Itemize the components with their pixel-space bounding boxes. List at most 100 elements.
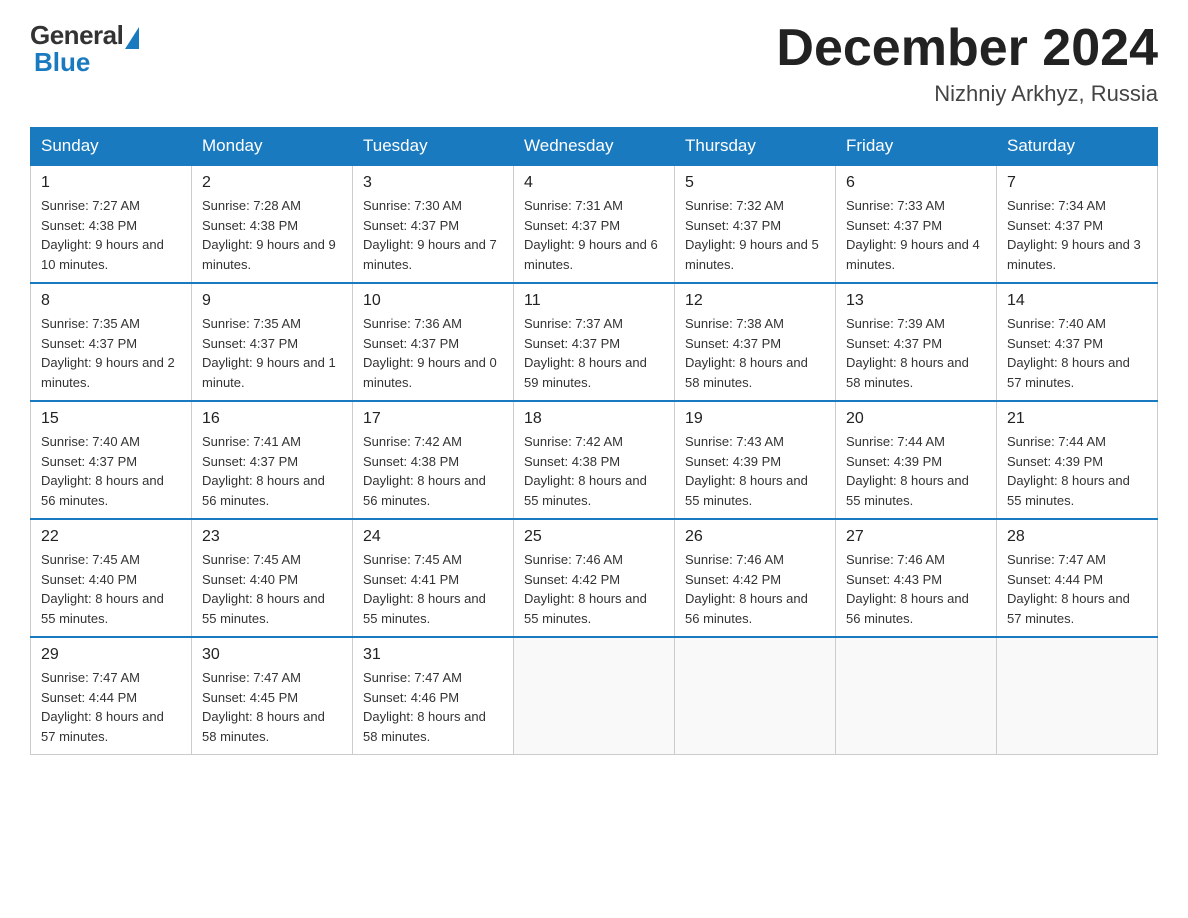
table-row: 3 Sunrise: 7:30 AM Sunset: 4:37 PM Dayli…	[353, 165, 514, 283]
location-text: Nizhniy Arkhyz, Russia	[776, 81, 1158, 107]
table-row: 17 Sunrise: 7:42 AM Sunset: 4:38 PM Dayl…	[353, 401, 514, 519]
day-info: Sunrise: 7:47 AM Sunset: 4:44 PM Dayligh…	[1007, 550, 1147, 628]
table-row: 11 Sunrise: 7:37 AM Sunset: 4:37 PM Dayl…	[514, 283, 675, 401]
table-row: 28 Sunrise: 7:47 AM Sunset: 4:44 PM Dayl…	[997, 519, 1158, 637]
calendar-week-row: 15 Sunrise: 7:40 AM Sunset: 4:37 PM Dayl…	[31, 401, 1158, 519]
table-row: 10 Sunrise: 7:36 AM Sunset: 4:37 PM Dayl…	[353, 283, 514, 401]
day-info: Sunrise: 7:47 AM Sunset: 4:44 PM Dayligh…	[41, 668, 181, 746]
header-thursday: Thursday	[675, 128, 836, 166]
table-row: 14 Sunrise: 7:40 AM Sunset: 4:37 PM Dayl…	[997, 283, 1158, 401]
logo-triangle-icon	[125, 27, 139, 49]
day-info: Sunrise: 7:40 AM Sunset: 4:37 PM Dayligh…	[41, 432, 181, 510]
month-title: December 2024	[776, 20, 1158, 77]
header-wednesday: Wednesday	[514, 128, 675, 166]
day-number: 12	[685, 292, 825, 310]
day-number: 8	[41, 292, 181, 310]
header-friday: Friday	[836, 128, 997, 166]
day-number: 5	[685, 174, 825, 192]
calendar-week-row: 29 Sunrise: 7:47 AM Sunset: 4:44 PM Dayl…	[31, 637, 1158, 755]
day-info: Sunrise: 7:27 AM Sunset: 4:38 PM Dayligh…	[41, 196, 181, 274]
calendar-week-row: 8 Sunrise: 7:35 AM Sunset: 4:37 PM Dayli…	[31, 283, 1158, 401]
logo-blue-text: Blue	[34, 47, 90, 78]
day-info: Sunrise: 7:36 AM Sunset: 4:37 PM Dayligh…	[363, 314, 503, 392]
table-row: 15 Sunrise: 7:40 AM Sunset: 4:37 PM Dayl…	[31, 401, 192, 519]
day-number: 29	[41, 646, 181, 664]
table-row: 1 Sunrise: 7:27 AM Sunset: 4:38 PM Dayli…	[31, 165, 192, 283]
page-header: General Blue December 2024 Nizhniy Arkhy…	[30, 20, 1158, 107]
table-row: 5 Sunrise: 7:32 AM Sunset: 4:37 PM Dayli…	[675, 165, 836, 283]
day-info: Sunrise: 7:44 AM Sunset: 4:39 PM Dayligh…	[1007, 432, 1147, 510]
day-info: Sunrise: 7:40 AM Sunset: 4:37 PM Dayligh…	[1007, 314, 1147, 392]
table-row: 21 Sunrise: 7:44 AM Sunset: 4:39 PM Dayl…	[997, 401, 1158, 519]
day-info: Sunrise: 7:37 AM Sunset: 4:37 PM Dayligh…	[524, 314, 664, 392]
day-number: 13	[846, 292, 986, 310]
header-monday: Monday	[192, 128, 353, 166]
table-row: 16 Sunrise: 7:41 AM Sunset: 4:37 PM Dayl…	[192, 401, 353, 519]
day-number: 7	[1007, 174, 1147, 192]
day-number: 24	[363, 528, 503, 546]
day-number: 25	[524, 528, 664, 546]
table-row: 22 Sunrise: 7:45 AM Sunset: 4:40 PM Dayl…	[31, 519, 192, 637]
day-info: Sunrise: 7:33 AM Sunset: 4:37 PM Dayligh…	[846, 196, 986, 274]
day-info: Sunrise: 7:45 AM Sunset: 4:40 PM Dayligh…	[202, 550, 342, 628]
day-info: Sunrise: 7:32 AM Sunset: 4:37 PM Dayligh…	[685, 196, 825, 274]
day-info: Sunrise: 7:46 AM Sunset: 4:42 PM Dayligh…	[685, 550, 825, 628]
day-number: 17	[363, 410, 503, 428]
day-info: Sunrise: 7:39 AM Sunset: 4:37 PM Dayligh…	[846, 314, 986, 392]
day-info: Sunrise: 7:41 AM Sunset: 4:37 PM Dayligh…	[202, 432, 342, 510]
day-info: Sunrise: 7:46 AM Sunset: 4:42 PM Dayligh…	[524, 550, 664, 628]
table-row: 6 Sunrise: 7:33 AM Sunset: 4:37 PM Dayli…	[836, 165, 997, 283]
table-row	[836, 637, 997, 755]
title-section: December 2024 Nizhniy Arkhyz, Russia	[776, 20, 1158, 107]
day-info: Sunrise: 7:42 AM Sunset: 4:38 PM Dayligh…	[363, 432, 503, 510]
day-number: 10	[363, 292, 503, 310]
day-number: 15	[41, 410, 181, 428]
day-info: Sunrise: 7:47 AM Sunset: 4:45 PM Dayligh…	[202, 668, 342, 746]
day-info: Sunrise: 7:35 AM Sunset: 4:37 PM Dayligh…	[41, 314, 181, 392]
table-row: 27 Sunrise: 7:46 AM Sunset: 4:43 PM Dayl…	[836, 519, 997, 637]
table-row: 20 Sunrise: 7:44 AM Sunset: 4:39 PM Dayl…	[836, 401, 997, 519]
table-row: 29 Sunrise: 7:47 AM Sunset: 4:44 PM Dayl…	[31, 637, 192, 755]
table-row	[514, 637, 675, 755]
day-number: 9	[202, 292, 342, 310]
day-number: 23	[202, 528, 342, 546]
table-row: 23 Sunrise: 7:45 AM Sunset: 4:40 PM Dayl…	[192, 519, 353, 637]
day-info: Sunrise: 7:35 AM Sunset: 4:37 PM Dayligh…	[202, 314, 342, 392]
table-row: 24 Sunrise: 7:45 AM Sunset: 4:41 PM Dayl…	[353, 519, 514, 637]
table-row: 2 Sunrise: 7:28 AM Sunset: 4:38 PM Dayli…	[192, 165, 353, 283]
day-info: Sunrise: 7:30 AM Sunset: 4:37 PM Dayligh…	[363, 196, 503, 274]
table-row: 12 Sunrise: 7:38 AM Sunset: 4:37 PM Dayl…	[675, 283, 836, 401]
calendar-week-row: 1 Sunrise: 7:27 AM Sunset: 4:38 PM Dayli…	[31, 165, 1158, 283]
day-number: 6	[846, 174, 986, 192]
table-row: 19 Sunrise: 7:43 AM Sunset: 4:39 PM Dayl…	[675, 401, 836, 519]
day-number: 19	[685, 410, 825, 428]
calendar-header-row: Sunday Monday Tuesday Wednesday Thursday…	[31, 128, 1158, 166]
table-row	[997, 637, 1158, 755]
day-info: Sunrise: 7:34 AM Sunset: 4:37 PM Dayligh…	[1007, 196, 1147, 274]
table-row: 30 Sunrise: 7:47 AM Sunset: 4:45 PM Dayl…	[192, 637, 353, 755]
day-number: 21	[1007, 410, 1147, 428]
day-number: 30	[202, 646, 342, 664]
table-row: 26 Sunrise: 7:46 AM Sunset: 4:42 PM Dayl…	[675, 519, 836, 637]
day-info: Sunrise: 7:45 AM Sunset: 4:40 PM Dayligh…	[41, 550, 181, 628]
table-row	[675, 637, 836, 755]
day-info: Sunrise: 7:38 AM Sunset: 4:37 PM Dayligh…	[685, 314, 825, 392]
table-row: 18 Sunrise: 7:42 AM Sunset: 4:38 PM Dayl…	[514, 401, 675, 519]
day-number: 27	[846, 528, 986, 546]
day-info: Sunrise: 7:31 AM Sunset: 4:37 PM Dayligh…	[524, 196, 664, 274]
day-info: Sunrise: 7:43 AM Sunset: 4:39 PM Dayligh…	[685, 432, 825, 510]
day-info: Sunrise: 7:28 AM Sunset: 4:38 PM Dayligh…	[202, 196, 342, 274]
day-number: 11	[524, 292, 664, 310]
day-info: Sunrise: 7:44 AM Sunset: 4:39 PM Dayligh…	[846, 432, 986, 510]
header-tuesday: Tuesday	[353, 128, 514, 166]
table-row: 13 Sunrise: 7:39 AM Sunset: 4:37 PM Dayl…	[836, 283, 997, 401]
table-row: 25 Sunrise: 7:46 AM Sunset: 4:42 PM Dayl…	[514, 519, 675, 637]
calendar-table: Sunday Monday Tuesday Wednesday Thursday…	[30, 127, 1158, 755]
day-info: Sunrise: 7:47 AM Sunset: 4:46 PM Dayligh…	[363, 668, 503, 746]
day-number: 2	[202, 174, 342, 192]
day-number: 26	[685, 528, 825, 546]
day-number: 3	[363, 174, 503, 192]
day-number: 14	[1007, 292, 1147, 310]
day-number: 22	[41, 528, 181, 546]
table-row: 4 Sunrise: 7:31 AM Sunset: 4:37 PM Dayli…	[514, 165, 675, 283]
